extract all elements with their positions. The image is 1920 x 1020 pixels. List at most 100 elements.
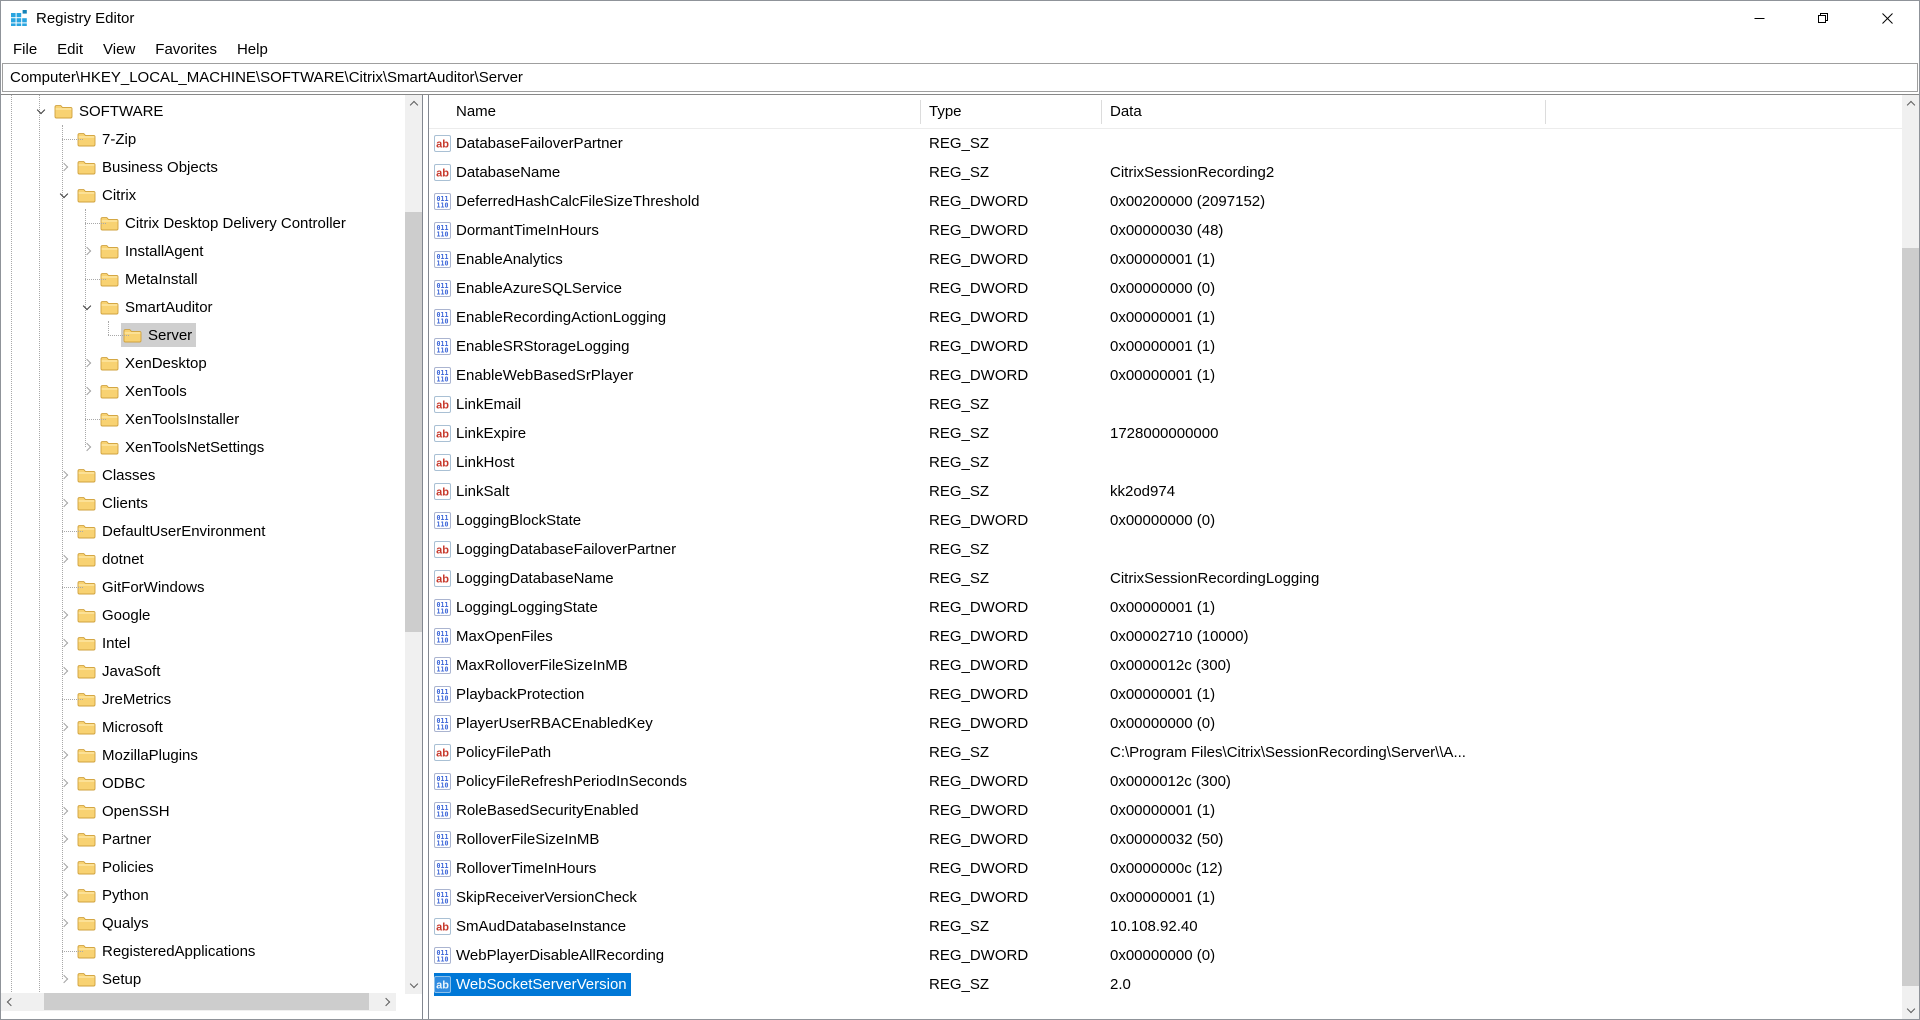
registry-value-row[interactable]: abLoggingDatabaseNameREG_SZCitrixSession… <box>429 564 1919 593</box>
registry-value-row[interactable]: 011110EnableSRStorageLoggingREG_DWORD0x0… <box>429 332 1919 361</box>
tree-node[interactable]: ODBC <box>75 771 149 795</box>
tree-node[interactable]: SmartAuditor <box>98 295 217 319</box>
scrollbar-track[interactable] <box>18 993 379 1011</box>
tree-item-business-objects[interactable]: Business Objects <box>1 153 405 181</box>
tree-node[interactable]: MetaInstall <box>98 267 202 291</box>
tree-item-partner[interactable]: Partner <box>1 825 405 853</box>
tree-item-gitforwindows[interactable]: GitForWindows <box>1 573 405 601</box>
value-name-cell[interactable]: 011110RolloverTimeInHours <box>429 857 921 881</box>
minimize-button[interactable] <box>1727 1 1791 35</box>
tree-item-citrix[interactable]: Citrix <box>1 181 405 209</box>
value-name-cell[interactable]: 011110WebPlayerDisableAllRecording <box>429 944 921 968</box>
registry-value-row[interactable]: abLinkHostREG_SZ <box>429 448 1919 477</box>
tree-node[interactable]: Intel <box>75 631 134 655</box>
registry-value-row[interactable]: abDatabaseNameREG_SZCitrixSessionRecordi… <box>429 158 1919 187</box>
value[interactable]: 011110DeferredHashCalcFileSizeThreshold <box>434 190 703 213</box>
value-name-cell[interactable]: 011110RolloverFileSizeInMB <box>429 828 921 852</box>
tree-node[interactable]: XenDesktop <box>98 351 211 375</box>
value[interactable]: abDatabaseFailoverPartner <box>434 132 627 155</box>
chevron-right-icon[interactable] <box>56 909 72 937</box>
tree-item-clients[interactable]: Clients <box>1 489 405 517</box>
value-name-cell[interactable]: 011110SkipReceiverVersionCheck <box>429 886 921 910</box>
tree-node[interactable]: 7-Zip <box>75 127 140 151</box>
tree-node[interactable]: Python <box>75 883 153 907</box>
scroll-up-button[interactable] <box>405 95 422 112</box>
registry-value-row[interactable]: 011110LoggingBlockStateREG_DWORD0x000000… <box>429 506 1919 535</box>
value-name-cell[interactable]: abPolicyFilePath <box>429 741 921 765</box>
registry-value-row[interactable]: abSmAudDatabaseInstanceREG_SZ10.108.92.4… <box>429 912 1919 941</box>
tree-item-xentoolsinstaller[interactable]: XenToolsInstaller <box>1 405 405 433</box>
value[interactable]: 011110DormantTimeInHours <box>434 219 603 242</box>
tree-horizontal-scrollbar[interactable] <box>1 993 396 1011</box>
value-name-cell[interactable]: abDatabaseName <box>429 161 921 185</box>
tree-item-installagent[interactable]: InstallAgent <box>1 237 405 265</box>
value[interactable]: 011110LoggingBlockState <box>434 509 585 532</box>
tree-node[interactable]: Google <box>75 603 154 627</box>
value[interactable]: 011110MaxRolloverFileSizeInMB <box>434 654 632 677</box>
chevron-right-icon[interactable] <box>56 881 72 909</box>
chevron-right-icon[interactable] <box>56 545 72 573</box>
tree-item-intel[interactable]: Intel <box>1 629 405 657</box>
registry-value-row[interactable]: abLinkExpireREG_SZ1728000000000 <box>429 419 1919 448</box>
value[interactable]: abLinkExpire <box>434 422 530 445</box>
tree-item-7-zip[interactable]: 7-Zip <box>1 125 405 153</box>
value-name-cell[interactable]: abLinkExpire <box>429 422 921 446</box>
tree-item-xentoolsnetsettings[interactable]: XenToolsNetSettings <box>1 433 405 461</box>
menu-favorites[interactable]: Favorites <box>145 38 227 61</box>
chevron-right-icon[interactable] <box>56 797 72 825</box>
chevron-right-icon[interactable] <box>56 853 72 881</box>
registry-value-row[interactable]: abLinkSaltREG_SZkk2od974 <box>429 477 1919 506</box>
tree-item-jremetrics[interactable]: JreMetrics <box>1 685 405 713</box>
chevron-right-icon[interactable] <box>56 741 72 769</box>
scroll-up-button[interactable] <box>1902 95 1919 112</box>
registry-value-row[interactable]: 011110PolicyFileRefreshPeriodInSecondsRE… <box>429 767 1919 796</box>
value[interactable]: abDatabaseName <box>434 161 564 184</box>
registry-value-row[interactable]: 011110EnableRecordingActionLoggingREG_DW… <box>429 303 1919 332</box>
tree-node[interactable]: Citrix Desktop Delivery Controller <box>98 211 350 235</box>
tree-node[interactable]: Qualys <box>75 911 153 935</box>
scrollbar-track[interactable] <box>405 112 422 977</box>
tree-item-classes[interactable]: Classes <box>1 461 405 489</box>
registry-value-row[interactable]: abDatabaseFailoverPartnerREG_SZ <box>429 129 1919 158</box>
value-name-cell[interactable]: abLoggingDatabaseFailoverPartner <box>429 538 921 562</box>
selected-value[interactable]: abWebSocketServerVersion <box>434 973 631 996</box>
chevron-down-icon[interactable] <box>33 97 49 125</box>
registry-value-row[interactable]: abPolicyFilePathREG_SZC:\Program Files\C… <box>429 738 1919 767</box>
close-button[interactable] <box>1855 1 1919 35</box>
tree-node[interactable]: Setup <box>75 967 145 991</box>
value[interactable]: 011110EnableAzureSQLService <box>434 277 626 300</box>
value[interactable]: 011110RolloverFileSizeInMB <box>434 828 603 851</box>
value-name-cell[interactable]: 011110EnableWebBasedSrPlayer <box>429 364 921 388</box>
value-name-cell[interactable]: 011110PolicyFileRefreshPeriodInSeconds <box>429 770 921 794</box>
chevron-right-icon[interactable] <box>56 965 72 993</box>
scroll-right-button[interactable] <box>379 993 396 1010</box>
menu-help[interactable]: Help <box>227 38 278 61</box>
chevron-right-icon[interactable] <box>56 657 72 685</box>
chevron-right-icon[interactable] <box>56 489 72 517</box>
registry-value-row[interactable]: 011110MaxOpenFilesREG_DWORD0x00002710 (1… <box>429 622 1919 651</box>
tree-item-xentools[interactable]: XenTools <box>1 377 405 405</box>
tree-item-openssh[interactable]: OpenSSH <box>1 797 405 825</box>
tree-item-metainstall[interactable]: MetaInstall <box>1 265 405 293</box>
value-name-cell[interactable]: abLinkHost <box>429 451 921 475</box>
tree-item-javasoft[interactable]: JavaSoft <box>1 657 405 685</box>
registry-value-row[interactable]: abLinkEmailREG_SZ <box>429 390 1919 419</box>
registry-value-row[interactable]: 011110RolloverTimeInHoursREG_DWORD0x0000… <box>429 854 1919 883</box>
value[interactable]: 011110PlaybackProtection <box>434 683 588 706</box>
value-name-cell[interactable]: abSmAudDatabaseInstance <box>429 915 921 939</box>
registry-value-row[interactable]: 011110LoggingLoggingStateREG_DWORD0x0000… <box>429 593 1919 622</box>
registry-value-row[interactable]: 011110WebPlayerDisableAllRecordingREG_DW… <box>429 941 1919 970</box>
tree-item-mozillaplugins[interactable]: MozillaPlugins <box>1 741 405 769</box>
value-name-cell[interactable]: 011110EnableRecordingActionLogging <box>429 306 921 330</box>
list-vertical-scrollbar[interactable] <box>1902 95 1919 1019</box>
value-name-cell[interactable]: 011110MaxRolloverFileSizeInMB <box>429 654 921 678</box>
value[interactable]: 011110RolloverTimeInHours <box>434 857 600 880</box>
tree-node[interactable]: OpenSSH <box>75 799 174 823</box>
column-header-type[interactable]: Type <box>921 100 1102 124</box>
chevron-right-icon[interactable] <box>79 433 95 461</box>
value[interactable]: 011110MaxOpenFiles <box>434 625 557 648</box>
chevron-right-icon[interactable] <box>56 601 72 629</box>
registry-value-row[interactable]: 011110DeferredHashCalcFileSizeThresholdR… <box>429 187 1919 216</box>
value-name-cell[interactable]: abLoggingDatabaseName <box>429 567 921 591</box>
registry-value-row[interactable]: abWebSocketServerVersionREG_SZ2.0 <box>429 970 1919 999</box>
